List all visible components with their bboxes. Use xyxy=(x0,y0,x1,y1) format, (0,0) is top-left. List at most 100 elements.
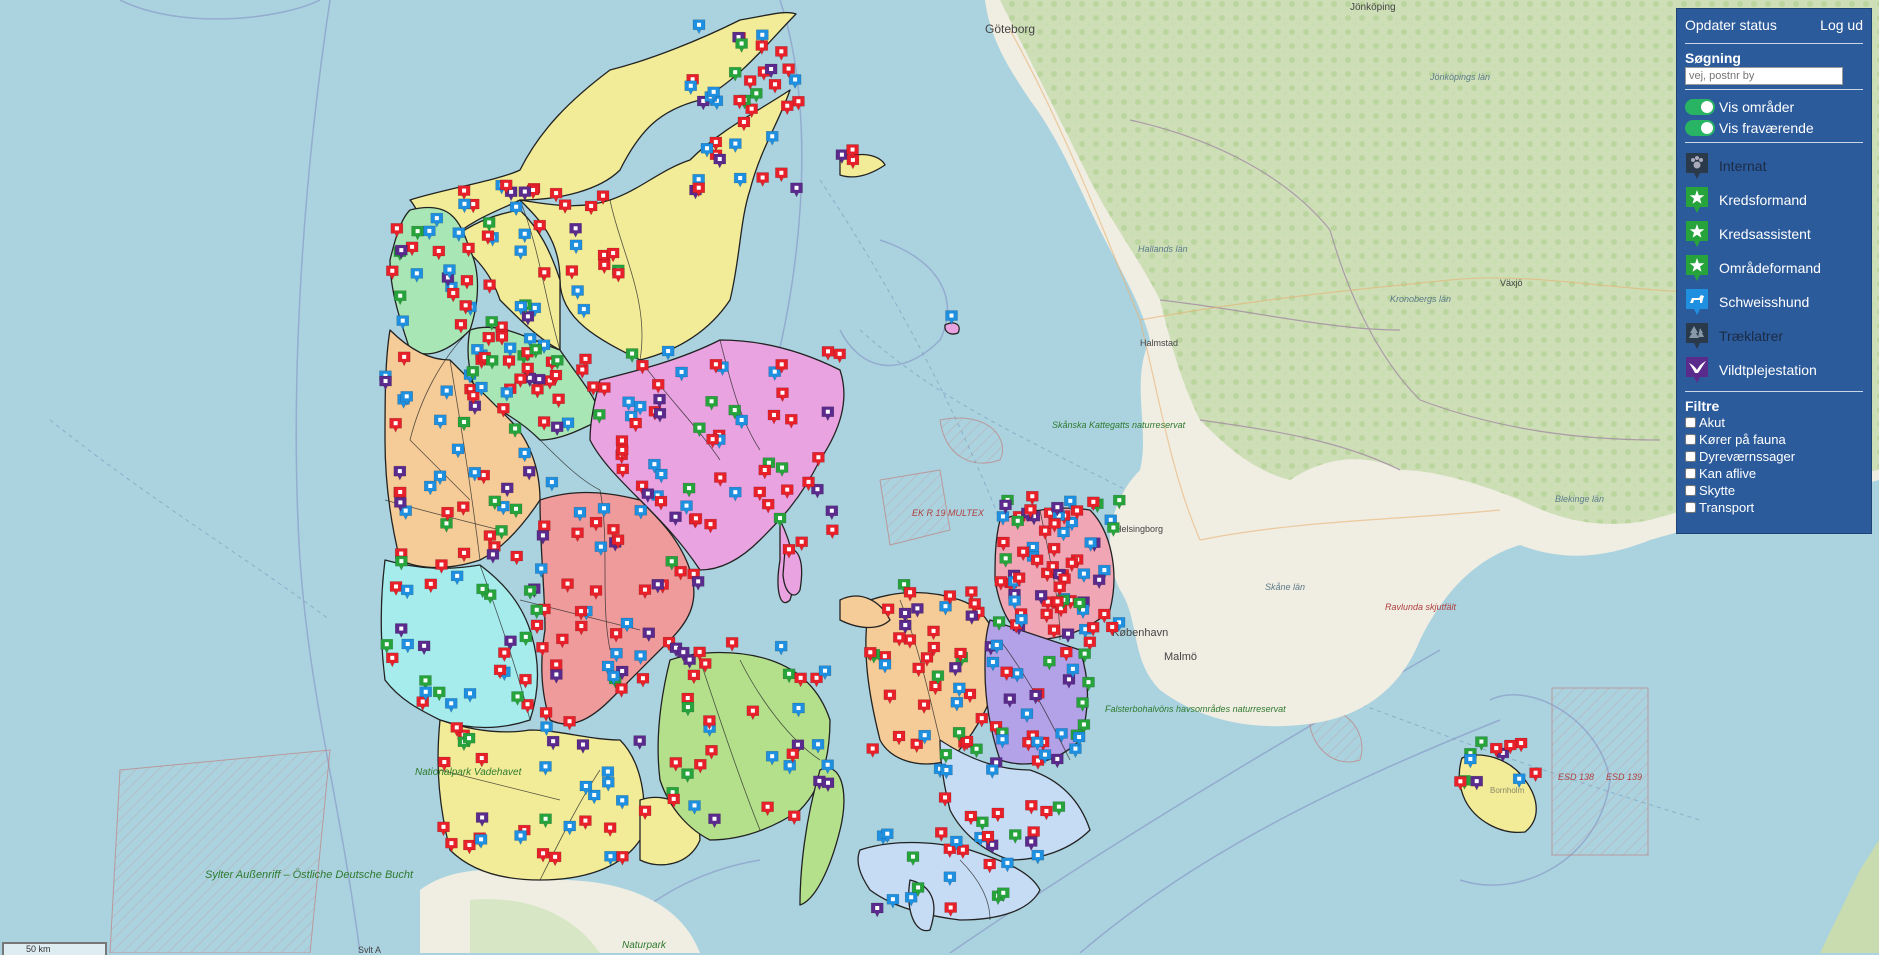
marker-glyph xyxy=(697,649,702,654)
marker-glyph xyxy=(994,642,999,647)
marker-glyph xyxy=(713,139,718,144)
marker-glyph xyxy=(1479,739,1484,744)
marker-glyph xyxy=(1474,779,1479,784)
marker-glyph xyxy=(470,369,475,374)
marker-glyph xyxy=(645,491,650,496)
marker-glyph xyxy=(646,630,651,635)
marker-glyph xyxy=(957,730,962,735)
marker-glyph xyxy=(868,650,873,655)
marker-glyph xyxy=(447,267,452,272)
label-hallands-lan: Hallands län xyxy=(1138,244,1188,254)
marker-glyph xyxy=(1043,528,1048,533)
marker-glyph xyxy=(462,550,467,555)
legend-item-kredsformand: Kredsformand xyxy=(1685,183,1863,217)
label-esd139: ESD 139 xyxy=(1606,772,1642,782)
label-sylter: Sylter Außenriff – Östliche Deutsche Buc… xyxy=(205,869,414,881)
label-blekinge-lan: Blekinge län xyxy=(1555,494,1604,504)
marker-glyph xyxy=(944,768,949,773)
marker-glyph xyxy=(626,399,631,404)
marker-glyph xyxy=(1068,498,1073,503)
marker-glyph xyxy=(583,818,588,823)
toggle-switch[interactable] xyxy=(1685,98,1715,115)
marker-glyph xyxy=(611,251,616,256)
marker-glyph xyxy=(987,862,992,867)
marker-glyph xyxy=(1044,611,1049,616)
toggle-switch[interactable] xyxy=(1685,119,1715,136)
marker-glyph xyxy=(979,716,984,721)
marker-glyph xyxy=(713,362,718,367)
marker-glyph xyxy=(574,242,579,247)
marker-glyph xyxy=(624,621,629,626)
label-jonkoping-lan: Jönköpings län xyxy=(1429,72,1490,82)
marker-glyph xyxy=(670,790,675,795)
filter-1[interactable]: Kører på fauna xyxy=(1685,431,1863,448)
marker-glyph xyxy=(766,502,771,507)
marker-glyph xyxy=(749,106,754,111)
marker-glyph xyxy=(953,665,958,670)
marker-glyph xyxy=(1015,518,1020,523)
marker-glyph xyxy=(514,204,519,209)
marker-glyph xyxy=(679,369,684,374)
marker-glyph xyxy=(522,450,527,455)
legend-label: Schweisshund xyxy=(1719,294,1810,310)
marker-glyph xyxy=(995,810,1000,815)
filter-3[interactable]: Kan aflive xyxy=(1685,465,1863,482)
marker-glyph xyxy=(591,384,596,389)
marker-glyph xyxy=(656,382,661,387)
legend-label: Kredsassistent xyxy=(1719,226,1811,242)
filter-checkbox[interactable] xyxy=(1685,485,1696,496)
filter-4[interactable]: Skytte xyxy=(1685,482,1863,499)
marker-glyph xyxy=(498,667,503,672)
update-status-button[interactable]: Opdater status xyxy=(1685,17,1777,33)
marker-glyph xyxy=(551,739,556,744)
marker-glyph xyxy=(403,508,408,513)
label-skane-lan: Skåne län xyxy=(1265,582,1305,592)
marker-glyph xyxy=(642,587,647,592)
marker-glyph xyxy=(718,475,723,480)
marker-glyph xyxy=(916,885,921,890)
filter-checkbox[interactable] xyxy=(1685,502,1696,513)
marker-glyph xyxy=(1055,599,1060,604)
filter-checkbox[interactable] xyxy=(1685,434,1696,445)
toggle-vis-omrader[interactable]: Vis områder xyxy=(1685,96,1863,117)
marker-glyph xyxy=(490,358,495,363)
marker-glyph xyxy=(681,650,686,655)
map-canvas[interactable]: Göteborg Jönköping Jönköpings län Hallan… xyxy=(0,0,1879,953)
marker-glyph xyxy=(771,412,776,417)
search-input[interactable] xyxy=(1685,67,1843,85)
marker-glyph xyxy=(796,99,801,104)
marker-glyph xyxy=(427,228,432,233)
marker-glyph xyxy=(931,645,936,650)
marker-glyph xyxy=(814,675,819,680)
marker-glyph xyxy=(398,293,403,298)
marker-glyph xyxy=(454,725,459,730)
filter-checkbox[interactable] xyxy=(1685,451,1696,462)
marker-glyph xyxy=(537,223,542,228)
marker-glyph xyxy=(704,146,709,151)
marker-glyph xyxy=(770,134,775,139)
marker-glyph xyxy=(606,663,611,668)
marker-glyph xyxy=(580,742,585,747)
filter-5[interactable]: Transport xyxy=(1685,499,1863,516)
marker-glyph xyxy=(605,769,610,774)
filter-checkbox[interactable] xyxy=(1685,468,1696,479)
filter-2[interactable]: Dyreværnssager xyxy=(1685,448,1863,465)
marker-glyph xyxy=(1087,639,1092,644)
marker-glyph xyxy=(619,438,624,443)
marker-glyph xyxy=(1055,505,1060,510)
marker-glyph xyxy=(608,825,613,830)
marker-glyph xyxy=(508,345,513,350)
filter-checkbox[interactable] xyxy=(1685,417,1696,428)
marker-glyph xyxy=(1033,692,1038,697)
logout-button[interactable]: Log ud xyxy=(1820,17,1863,33)
marker-glyph xyxy=(390,655,395,660)
marker-glyph xyxy=(908,590,913,595)
marker-glyph xyxy=(522,231,527,236)
marker-glyph xyxy=(1052,546,1057,551)
filter-0[interactable]: Akut xyxy=(1685,414,1863,431)
marker-glyph xyxy=(780,390,785,395)
marker-glyph xyxy=(492,544,497,549)
marker-glyph xyxy=(826,780,831,785)
toggle-vis-fravaerende[interactable]: Vis fraværende xyxy=(1685,117,1863,138)
marker-glyph xyxy=(531,187,536,192)
